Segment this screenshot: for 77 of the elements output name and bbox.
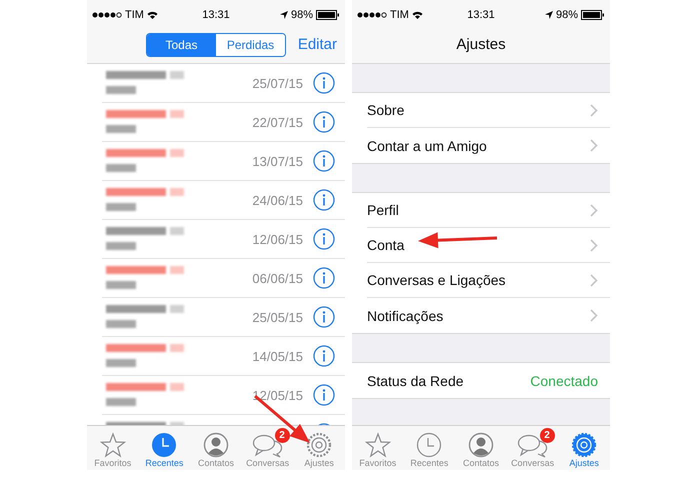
tab-bar-item[interactable]: Favoritos: [352, 426, 404, 470]
settings-row[interactable]: Contar a um Amigo: [367, 128, 610, 163]
info-icon: [313, 306, 335, 328]
tab-bar-item[interactable]: Contatos: [455, 426, 507, 470]
chevron-icon: [590, 274, 598, 286]
battery-percent: 98%: [556, 9, 578, 21]
edit-link[interactable]: Editar: [298, 36, 337, 53]
settings-row[interactable]: Conversas e Ligações: [367, 263, 610, 298]
status-time: 13:31: [467, 9, 495, 21]
call-row[interactable]: 12/06/15: [102, 220, 345, 259]
chevron-icon: [590, 204, 598, 216]
tab-bar-item[interactable]: 2 Conversas: [242, 426, 294, 470]
person-icon: [202, 432, 229, 458]
call-row[interactable]: 25/05/15: [102, 298, 345, 337]
call-row[interactable]: 13/07/15: [102, 142, 345, 181]
badge: 2: [540, 428, 555, 443]
call-date: 13/07/15: [252, 154, 303, 168]
battery-percent: 98%: [290, 9, 313, 21]
chevron-icon: [590, 309, 598, 322]
tab-bar-item[interactable]: Ajustes: [558, 426, 610, 470]
signal-icon: [92, 12, 122, 18]
call-date: 25/07/15: [252, 76, 303, 90]
call-row[interactable]: 14/05/15: [102, 337, 345, 376]
carrier-name: TIM: [125, 9, 144, 21]
call-date: 24/06/15: [252, 192, 303, 208]
call-date: 22/07/15: [252, 114, 303, 130]
wifi-icon: [412, 11, 423, 19]
person-icon: [468, 432, 494, 458]
carrier-name: TIM: [390, 9, 409, 21]
tab-bar-item[interactable]: Favoritos: [87, 426, 139, 470]
info-icon: [313, 267, 335, 289]
chevron-icon: [590, 104, 598, 116]
call-date: 06/06/15: [252, 270, 303, 286]
clock-icon: [151, 432, 178, 458]
signal-icon: [357, 12, 387, 18]
wifi-icon: [146, 11, 158, 19]
info-icon: [313, 228, 335, 250]
tab-bar-item[interactable]: Contatos: [190, 426, 242, 470]
settings-row[interactable]: Sobre: [367, 93, 610, 128]
chevron-icon: [590, 238, 598, 252]
location-icon: [544, 11, 553, 19]
clock-icon: [416, 432, 442, 458]
call-date: 14/05/15: [252, 348, 303, 364]
settings-row[interactable]: Perfil: [367, 193, 610, 228]
status-value: Conectado: [530, 372, 598, 388]
tab-bar-item[interactable]: Recentes: [404, 426, 456, 470]
location-icon: [280, 11, 288, 19]
info-icon: [313, 72, 335, 94]
call-date: 12/06/15: [252, 232, 303, 246]
call-date: 25/05/15: [252, 310, 303, 324]
star-icon: [364, 432, 391, 458]
call-row[interactable]: 12/05/15: [102, 376, 345, 415]
battery-icon: [316, 10, 340, 20]
info-icon: [313, 345, 335, 367]
segment-tab[interactable]: Todas: [147, 34, 216, 56]
settings-icon: [306, 432, 332, 458]
call-row[interactable]: 22/07/15: [102, 103, 345, 142]
tab-bar-item[interactable]: 2 Conversas: [506, 426, 558, 470]
settings-icon: [571, 432, 598, 458]
settings-row[interactable]: Notificações: [367, 298, 610, 333]
call-row[interactable]: 24/06/15: [102, 181, 345, 220]
battery-icon: [581, 10, 605, 20]
call-row[interactable]: 25/07/15: [102, 64, 345, 103]
chevron-icon: [590, 139, 598, 152]
badge: 2: [274, 428, 290, 443]
info-icon: [313, 384, 335, 406]
tab-bar-item[interactable]: Ajustes: [293, 426, 345, 470]
info-icon: [313, 189, 335, 211]
tab-bar-item[interactable]: Recentes: [138, 426, 190, 470]
star-icon: [100, 432, 126, 458]
call-row[interactable]: 06/06/15: [102, 259, 345, 298]
segment-tab[interactable]: Perdidas: [216, 34, 285, 56]
call-date: 12/05/15: [252, 388, 303, 402]
info-icon: [313, 111, 335, 133]
screen-title: Ajustes: [456, 36, 506, 53]
status-time: 13:31: [202, 9, 230, 21]
info-icon: [313, 150, 335, 172]
